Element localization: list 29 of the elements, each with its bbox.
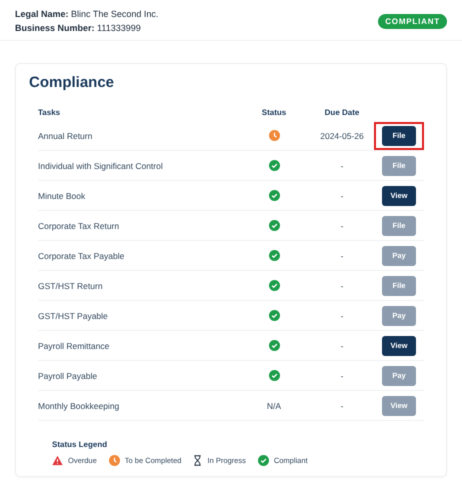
task-name: Payroll Remittance bbox=[38, 340, 110, 350]
due-date: - bbox=[340, 220, 344, 230]
task-name: Annual Return bbox=[38, 130, 92, 140]
business-number: Business Number: 111333999 bbox=[15, 23, 142, 33]
due-date: - bbox=[340, 370, 344, 380]
task-name: Payroll Payable bbox=[38, 370, 98, 380]
status-text: N/A bbox=[266, 400, 282, 410]
column-header: Tasks bbox=[38, 108, 60, 119]
task-name: Corporate Tax Payable bbox=[38, 250, 124, 260]
task-name: Individual with Significant Control bbox=[38, 160, 163, 170]
due-date: - bbox=[340, 340, 344, 350]
legend-title: Status Legend bbox=[52, 440, 108, 449]
column-header: Due Date bbox=[324, 108, 360, 119]
card-title: Compliance bbox=[29, 74, 116, 91]
due-date: - bbox=[340, 250, 344, 260]
due-date: - bbox=[340, 400, 344, 410]
column-header: Status bbox=[262, 108, 286, 119]
legal-name: Legal Name: Blinc The Second Inc. bbox=[15, 9, 158, 19]
task-name: GST/HST Return bbox=[38, 280, 103, 290]
task-name: Corporate Tax Return bbox=[38, 220, 120, 230]
task-name: Minute Book bbox=[38, 190, 86, 200]
due-date: - bbox=[340, 280, 344, 290]
status-badge: COMPLIANT bbox=[378, 14, 447, 28]
due-date: - bbox=[340, 310, 344, 320]
due-date: 2024-05-26 bbox=[320, 130, 364, 140]
due-date: - bbox=[340, 160, 344, 170]
due-date: - bbox=[340, 190, 344, 200]
task-name: Monthly Bookkeeping bbox=[38, 400, 120, 410]
task-name: GST/HST Payable bbox=[38, 310, 108, 320]
